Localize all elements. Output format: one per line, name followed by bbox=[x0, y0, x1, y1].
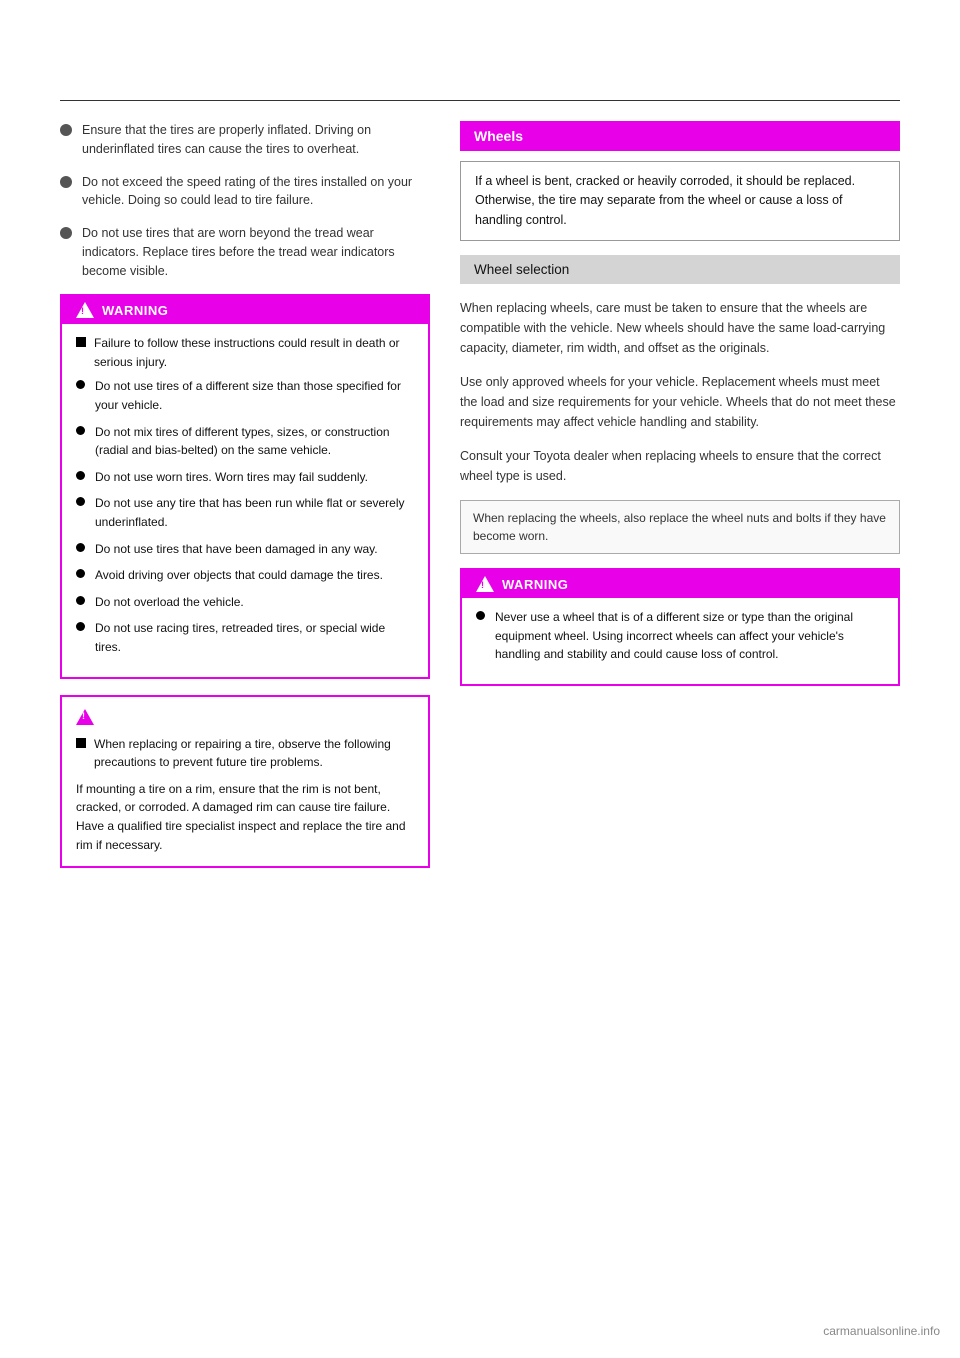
wheel-selection-box: Wheel selection bbox=[460, 255, 900, 284]
wheels-header-box: Wheels bbox=[460, 121, 900, 151]
sq-bullet-icon bbox=[76, 337, 86, 347]
bottom-warning-label: WARNING bbox=[502, 577, 568, 592]
wheels-warning-text: If a wheel is bent, cracked or heavily c… bbox=[475, 172, 885, 230]
caution-header bbox=[76, 709, 414, 725]
warning-bullet-3: Do not use any tire that has been run wh… bbox=[95, 494, 414, 531]
bullet-icon bbox=[60, 227, 72, 239]
list-item: Do not use tires that have been damaged … bbox=[76, 540, 414, 559]
bottom-warning-triangle-icon bbox=[476, 576, 494, 592]
caution-triangle-icon bbox=[76, 709, 94, 725]
warning-bullet-4: Do not use tires that have been damaged … bbox=[95, 540, 378, 559]
right-body-para-0: When replacing wheels, care must be take… bbox=[460, 298, 900, 358]
warning-box-left: WARNING Failure to follow these instruct… bbox=[60, 294, 430, 678]
caution-body-text: If mounting a tire on a rim, ensure that… bbox=[76, 780, 414, 854]
list-item: Do not mix tires of different types, siz… bbox=[76, 423, 414, 460]
list-item: Do not use racing tires, retreaded tires… bbox=[76, 619, 414, 656]
bottom-warning-body: Never use a wheel that is of a different… bbox=[476, 608, 884, 664]
watermark: carmanualsonline.info bbox=[823, 1324, 940, 1338]
list-item: Do not use worn tires. Worn tires may fa… bbox=[76, 468, 414, 487]
bullet-icon bbox=[60, 176, 72, 188]
list-item: Do not overload the vehicle. bbox=[76, 593, 414, 612]
caution-box-left: When replacing or repairing a tire, obse… bbox=[60, 695, 430, 869]
warning-header: WARNING bbox=[62, 296, 428, 324]
list-item: Do not use any tire that has been run wh… bbox=[76, 494, 414, 531]
warning-bullet-1: Do not mix tires of different types, siz… bbox=[95, 423, 414, 460]
list-item: Do not use tires of a different size tha… bbox=[76, 377, 414, 414]
bottom-warning-bullet-0: Never use a wheel that is of a different… bbox=[495, 608, 884, 664]
warning-body: Failure to follow these instructions cou… bbox=[76, 334, 414, 656]
list-item: Ensure that the tires are properly infla… bbox=[60, 121, 430, 159]
warning-bullet-7: Do not use racing tires, retreaded tires… bbox=[95, 619, 414, 656]
warning-label: WARNING bbox=[102, 303, 168, 318]
bullet-icon bbox=[76, 543, 85, 552]
bullet-icon bbox=[76, 471, 85, 480]
caution-intro-row: When replacing or repairing a tire, obse… bbox=[76, 735, 414, 772]
right-body-para-1: Use only approved wheels for your vehicl… bbox=[460, 372, 900, 432]
top-bullet-list: Ensure that the tires are properly infla… bbox=[60, 121, 430, 280]
warning-bullet-6: Do not overload the vehicle. bbox=[95, 593, 244, 612]
wheels-header-label: Wheels bbox=[474, 128, 523, 144]
list-item: Never use a wheel that is of a different… bbox=[476, 608, 884, 664]
page-container: Ensure that the tires are properly infla… bbox=[0, 0, 960, 1358]
warning-bullet-2: Do not use worn tires. Worn tires may fa… bbox=[95, 468, 368, 487]
bullet-text-2: Do not exceed the speed rating of the ti… bbox=[82, 173, 430, 211]
caution-intro-text: When replacing or repairing a tire, obse… bbox=[94, 735, 414, 772]
left-column: Ensure that the tires are properly infla… bbox=[60, 121, 430, 884]
bullet-icon bbox=[76, 622, 85, 631]
main-columns: Ensure that the tires are properly infla… bbox=[60, 121, 900, 884]
bullet-icon bbox=[476, 611, 485, 620]
bullet-text-3: Do not use tires that are worn beyond th… bbox=[82, 224, 430, 280]
bullet-icon bbox=[76, 426, 85, 435]
warning-bullet-0: Do not use tires of a different size tha… bbox=[95, 377, 414, 414]
sq-bullet-icon bbox=[76, 738, 86, 748]
bottom-warning-header: WARNING bbox=[462, 570, 898, 598]
bullet-icon bbox=[76, 569, 85, 578]
right-body-para-2: Consult your Toyota dealer when replacin… bbox=[460, 446, 900, 486]
bottom-warning-box: WARNING Never use a wheel that is of a d… bbox=[460, 568, 900, 686]
warning-triangle-icon bbox=[76, 302, 94, 318]
top-divider bbox=[60, 100, 900, 101]
bullet-icon bbox=[60, 124, 72, 136]
warning-intro-text: Failure to follow these instructions cou… bbox=[94, 334, 414, 371]
bullet-text-1: Ensure that the tires are properly infla… bbox=[82, 121, 430, 159]
right-column: Wheels If a wheel is bent, cracked or he… bbox=[460, 121, 900, 884]
wheel-selection-label: Wheel selection bbox=[474, 262, 569, 277]
wheels-warning-box: If a wheel is bent, cracked or heavily c… bbox=[460, 161, 900, 241]
bullet-icon bbox=[76, 596, 85, 605]
note-text: When replacing the wheels, also replace … bbox=[473, 509, 887, 545]
bullet-icon bbox=[76, 380, 85, 389]
list-item: Do not use tires that are worn beyond th… bbox=[60, 224, 430, 280]
bullet-icon bbox=[76, 497, 85, 506]
warning-bullet-5: Avoid driving over objects that could da… bbox=[95, 566, 383, 585]
warning-intro-row: Failure to follow these instructions cou… bbox=[76, 334, 414, 371]
list-item: Avoid driving over objects that could da… bbox=[76, 566, 414, 585]
note-box: When replacing the wheels, also replace … bbox=[460, 500, 900, 554]
list-item: Do not exceed the speed rating of the ti… bbox=[60, 173, 430, 211]
